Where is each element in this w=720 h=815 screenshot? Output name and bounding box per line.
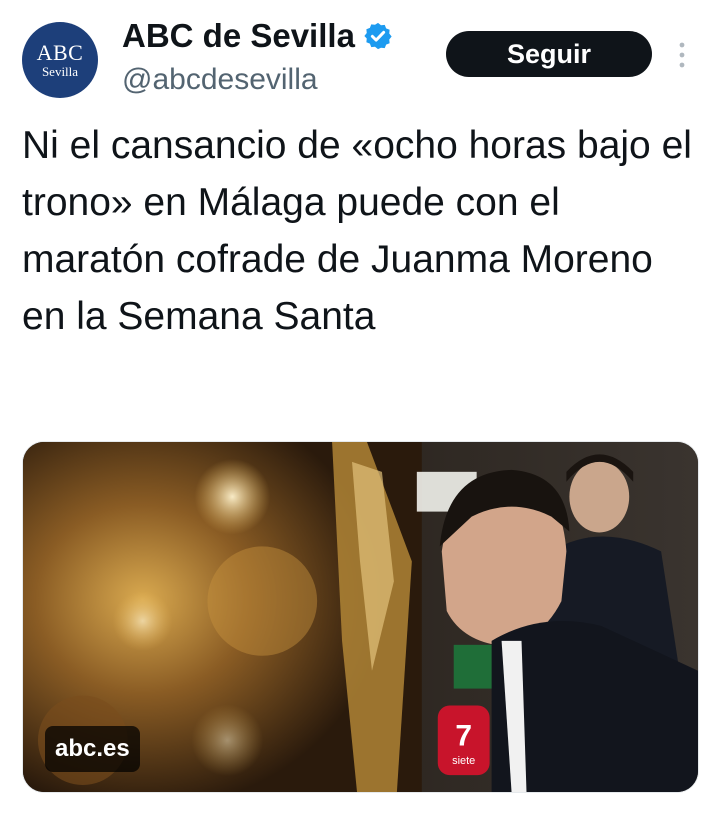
account-display-name[interactable]: ABC de Sevilla bbox=[122, 14, 355, 58]
tweet-media-card[interactable]: 7 siete abc.es bbox=[22, 441, 699, 793]
microphone-logo-number: 7 bbox=[455, 719, 472, 752]
microphone-logo: 7 siete bbox=[437, 705, 490, 776]
account-avatar[interactable]: ABC Sevilla bbox=[22, 22, 98, 98]
account-handle[interactable]: @abcdesevilla bbox=[122, 60, 318, 100]
account-name-row: ABC de Sevilla bbox=[122, 14, 393, 58]
follow-button[interactable]: Seguir bbox=[446, 31, 652, 77]
avatar-logo-main: ABC bbox=[36, 39, 84, 65]
link-domain-badge[interactable]: abc.es bbox=[45, 726, 140, 772]
verified-badge-icon bbox=[364, 22, 392, 50]
avatar-logo-sub: Sevilla bbox=[41, 63, 79, 79]
more-vertical-icon[interactable] bbox=[674, 38, 690, 72]
microphone-logo-text: siete bbox=[452, 755, 475, 767]
tweet-text: Ni el cansancio de «ocho horas bajo el t… bbox=[22, 124, 692, 338]
